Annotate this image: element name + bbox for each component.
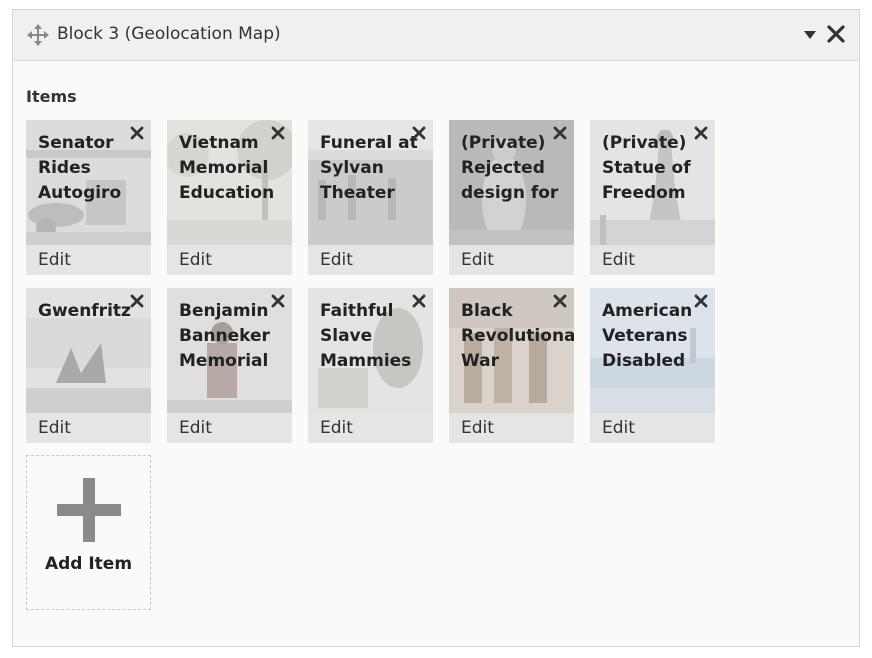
remove-item-icon[interactable] xyxy=(130,126,144,140)
edit-link[interactable]: Edit xyxy=(320,418,353,438)
item-card[interactable]: Benjamin Banneker Memorial Edit xyxy=(167,288,292,443)
item-title: (Private) Rejected design for xyxy=(461,133,559,203)
item-card[interactable]: Funeral at Sylvan Theater Edit xyxy=(308,120,433,275)
remove-item-icon[interactable] xyxy=(553,126,567,140)
plus-icon xyxy=(57,478,121,542)
item-card[interactable]: (Private) Rejected design for Edit xyxy=(449,120,574,275)
item-card[interactable]: Black Revolutionar War Patriots Edit xyxy=(449,288,574,443)
edit-link[interactable]: Edit xyxy=(461,250,494,270)
geolocation-map-block: Block 3 (Geolocation Map) Items Senator … xyxy=(12,9,860,647)
add-item-button[interactable]: Add Item xyxy=(26,455,151,610)
item-card[interactable]: Vietnam Memorial Education Edit xyxy=(167,120,292,275)
item-title: Black Revolutionar War Patriots xyxy=(461,301,574,371)
edit-link[interactable]: Edit xyxy=(461,418,494,438)
remove-item-icon[interactable] xyxy=(412,294,426,308)
edit-link[interactable]: Edit xyxy=(602,250,635,270)
move-arrows-icon[interactable] xyxy=(27,24,49,46)
edit-link[interactable]: Edit xyxy=(602,418,635,438)
edit-link[interactable]: Edit xyxy=(179,418,212,438)
block-header: Block 3 (Geolocation Map) xyxy=(13,10,859,61)
item-title: Senator Rides Autogiro xyxy=(38,133,122,203)
item-title: Benjamin Banneker Memorial xyxy=(179,301,270,371)
item-card[interactable]: American Veterans Disabled for Edit xyxy=(590,288,715,443)
item-title: Faithful Slave Mammies of xyxy=(320,301,412,371)
item-card[interactable]: (Private) Statue of Freedom Edit xyxy=(590,120,715,275)
item-card[interactable]: Gwenfritz Edit xyxy=(26,288,151,443)
caret-down-icon[interactable] xyxy=(804,31,816,39)
remove-item-icon[interactable] xyxy=(412,126,426,140)
item-card[interactable]: Faithful Slave Mammies of Edit xyxy=(308,288,433,443)
item-title: Vietnam Memorial Education xyxy=(179,133,275,203)
item-title: American Veterans Disabled for xyxy=(602,301,693,371)
items-label: Items xyxy=(26,87,77,106)
block-title: Block 3 (Geolocation Map) xyxy=(57,24,281,44)
item-title: (Private) Statue of Freedom xyxy=(602,133,691,203)
item-title: Funeral at Sylvan Theater xyxy=(320,133,418,203)
add-item-label: Add Item xyxy=(44,554,133,574)
edit-link[interactable]: Edit xyxy=(38,250,71,270)
item-title: Gwenfritz xyxy=(38,301,131,321)
close-icon[interactable] xyxy=(827,25,845,43)
remove-item-icon[interactable] xyxy=(130,294,144,308)
remove-item-icon[interactable] xyxy=(553,294,567,308)
item-card[interactable]: Senator Rides Autogiro Edit xyxy=(26,120,151,275)
edit-link[interactable]: Edit xyxy=(179,250,212,270)
edit-link[interactable]: Edit xyxy=(38,418,71,438)
remove-item-icon[interactable] xyxy=(271,126,285,140)
edit-link[interactable]: Edit xyxy=(320,250,353,270)
remove-item-icon[interactable] xyxy=(271,294,285,308)
remove-item-icon[interactable] xyxy=(694,294,708,308)
remove-item-icon[interactable] xyxy=(694,126,708,140)
